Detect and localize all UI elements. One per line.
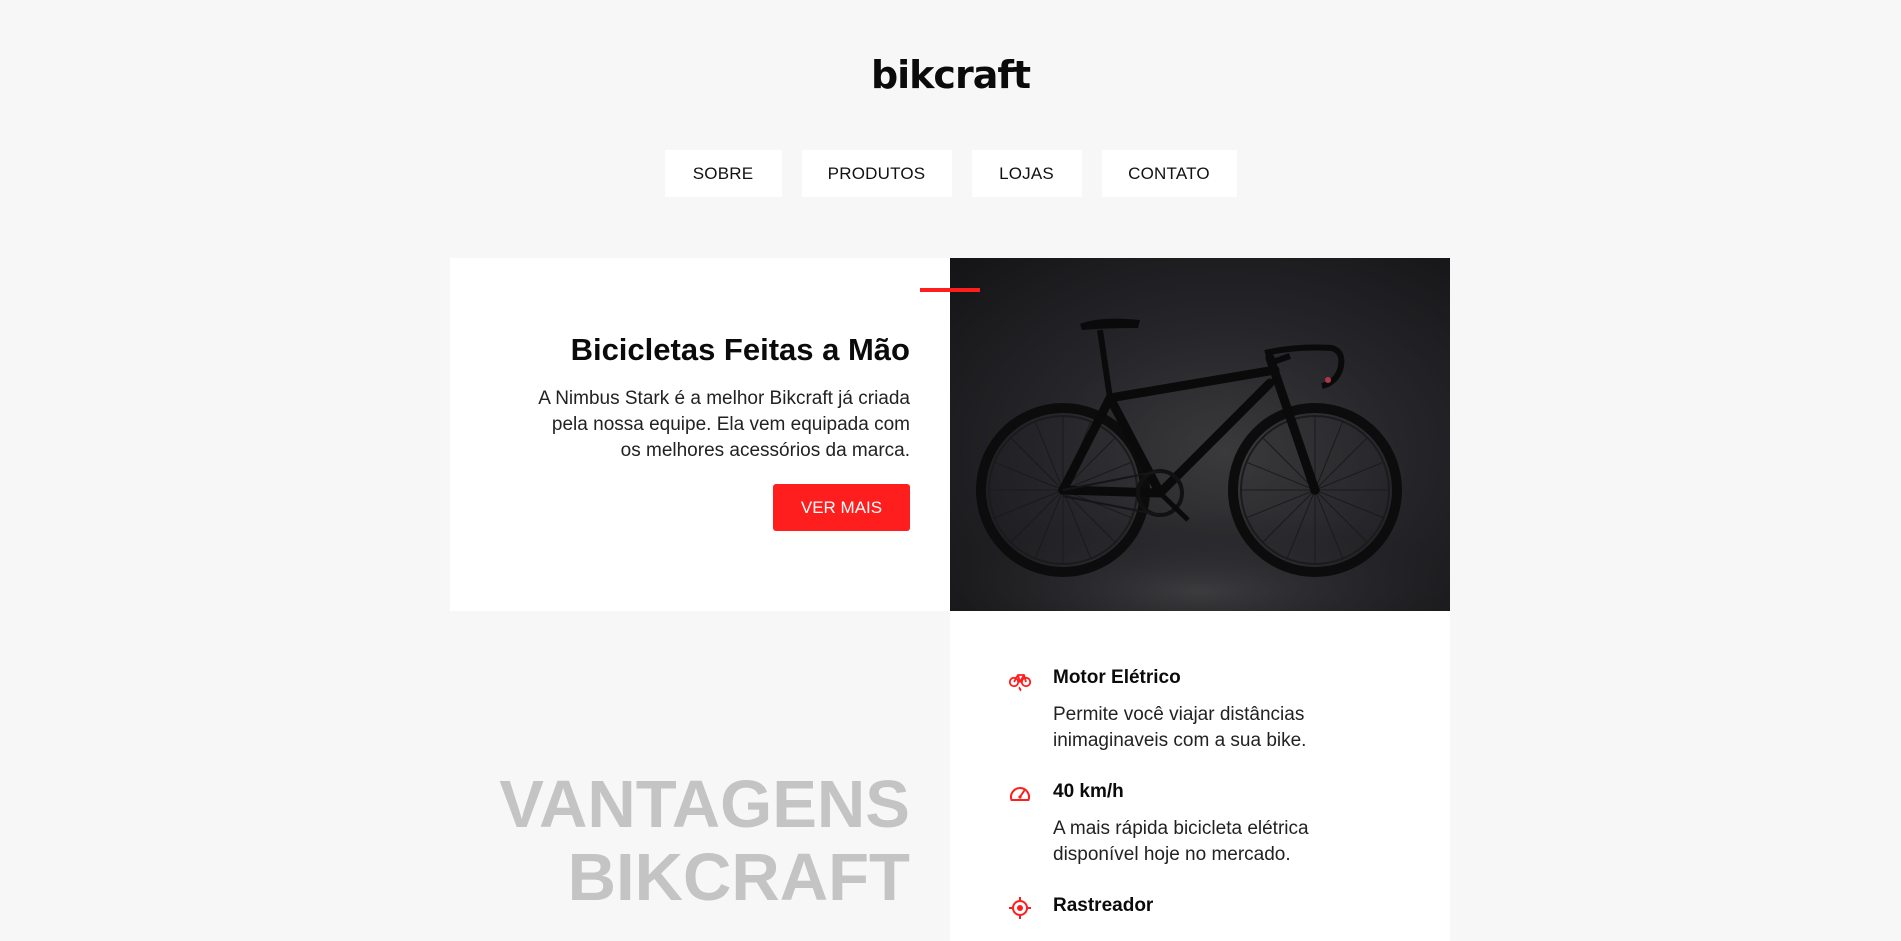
list-item: 40 km/h A mais rápida bicicleta elétrica…	[1008, 780, 1410, 868]
advantages-heading-line2: BIKCRAFT	[567, 840, 910, 915]
list-item: Motor Elétrico Permite você viajar distâ…	[1008, 666, 1410, 754]
electric-bike-icon	[1008, 674, 1032, 692]
feature-title: Motor Elétrico	[1053, 667, 1181, 688]
hero-title: Bicicletas Feitas a Mão	[570, 332, 910, 367]
feature-title: 40 km/h	[1053, 781, 1124, 802]
hero-text-panel: Bicicletas Feitas a Mão A Nimbus Stark é…	[450, 258, 980, 611]
bicycle-illustration	[950, 318, 1450, 611]
nav-item-lojas[interactable]: LOJAS	[971, 150, 1082, 197]
nav-item-sobre[interactable]: SOBRE	[664, 150, 782, 197]
advantages-heading-line1: VANTAGENS	[499, 767, 910, 842]
tracker-icon	[1009, 897, 1031, 919]
feature-description: A mais rápida bicicleta elétrica disponí…	[1053, 818, 1309, 865]
feature-title: Rastreador	[1053, 895, 1154, 916]
hero-description: A Nimbus Stark é a melhor Bikcraft já cr…	[538, 388, 910, 461]
nav-item-contato[interactable]: CONTATO	[1101, 150, 1237, 197]
feature-description: Permite você viajar distâncias inimagina…	[1053, 704, 1307, 751]
list-item: Rastreador	[1008, 894, 1410, 919]
bicycle-photo	[950, 258, 1450, 611]
nav-item-produtos[interactable]: PRODUTOS	[801, 150, 952, 197]
advantages-heading: VANTAGENS BIKCRAFT	[450, 768, 910, 914]
hero-section: Bicicletas Feitas a Mão A Nimbus Stark é…	[450, 258, 1450, 611]
ver-mais-button[interactable]: VER MAIS	[773, 484, 910, 531]
advantages-list: Motor Elétrico Permite você viajar distâ…	[950, 611, 1450, 941]
logo[interactable]: bikcraft	[871, 52, 1031, 98]
speedometer-icon	[1010, 787, 1030, 801]
site-header: bikcraft	[0, 0, 1901, 98]
main-nav: SOBRE PRODUTOS LOJAS CONTATO	[0, 150, 1901, 197]
hero-accent-line	[920, 288, 980, 292]
